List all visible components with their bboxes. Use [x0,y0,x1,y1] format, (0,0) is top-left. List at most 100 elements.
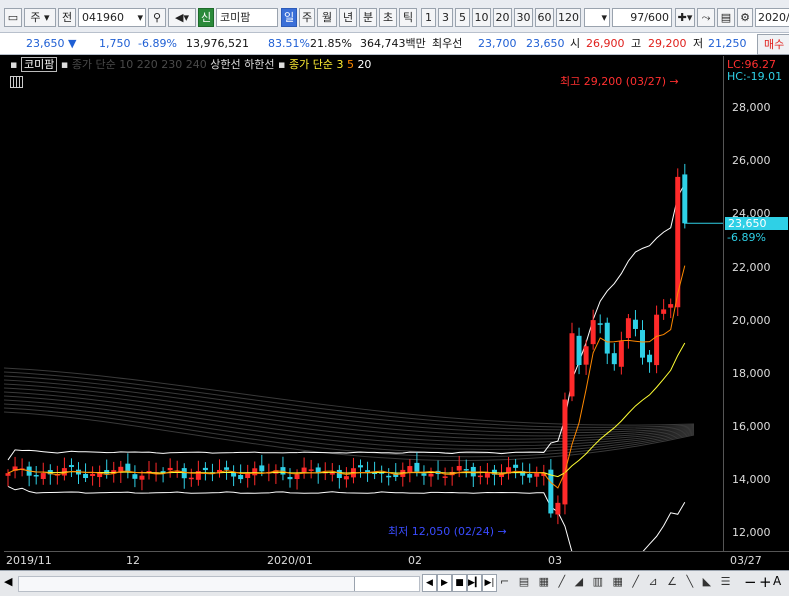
tick-26000: 26,000 [732,154,771,167]
candle-body [407,466,413,473]
indicator-icon[interactable]: ✚▾ [675,8,695,27]
candle-body [632,319,638,329]
candle-body [477,475,483,478]
candle-body [590,320,596,345]
period-day[interactable]: 일 [281,8,297,27]
nav-play-icon[interactable]: ▶ [437,574,452,592]
candle-body [569,333,575,397]
interval-60[interactable]: 60 [535,8,554,27]
candle-body [238,475,244,480]
count-input[interactable]: 97/600 [612,8,672,27]
period-year[interactable]: 년 [339,8,357,27]
candle-body [294,474,300,480]
tick-14000: 14,000 [732,473,771,486]
zoom-in-icon[interactable]: + [759,573,772,591]
candle-body [625,318,631,339]
nav-prev-icon[interactable]: ◀ [422,574,437,592]
period-tick[interactable]: 틱 [399,8,417,27]
legend-limits: 상한선 하한선 [210,58,275,71]
price-chart[interactable] [4,56,723,551]
auto-scale-button[interactable]: A [773,574,781,588]
chevron-down-icon[interactable]: ▾ [137,9,143,26]
period-second[interactable]: 초 [379,8,397,27]
candle-body [611,353,617,365]
period-week[interactable]: 주 [299,8,315,27]
candle-body [661,309,667,314]
scroll-track[interactable] [18,576,420,592]
candle-body [358,465,363,468]
tick-28000: 28,000 [732,101,771,114]
save-icon[interactable]: ▤ [717,8,735,27]
volume-ratio: 83.51% [268,37,310,50]
stock-name-field[interactable]: 코미팜 [216,8,278,27]
custom-interval-select[interactable]: ▾ [584,8,610,27]
mode-label: 주 [30,11,41,24]
tick-12000: 12,000 [732,526,771,539]
candle-body [104,470,110,474]
interval-30[interactable]: 30 [514,8,533,27]
candle-body [456,465,462,471]
xlabel-02: 02 [408,554,422,567]
candle-body [336,469,342,479]
legend-stock-name[interactable]: 코미팜 [20,57,58,72]
window-icon[interactable]: ▭ [4,8,22,27]
candle-body [83,473,89,479]
candle-body [287,476,293,480]
legend-ma-dim: 종가 단순 10 220 230 240 [71,58,207,71]
best-label: 최우선 [432,37,463,50]
arrow-right-icon-2: → [497,525,507,538]
code-value: 041960 [82,11,124,24]
interval-1[interactable]: 1 [421,8,436,27]
nav-stop-icon[interactable]: ■ [452,574,467,592]
candle-body [640,330,645,358]
toolbar: ▭ 주 ▾ 전 041960 ▾ ⚲ ◀▾ 신 코미팜 일 주 월 년 분 초 틱… [0,0,789,33]
high-label: 고 [631,37,642,50]
high-annotation-text: 최고 29,200 (03/27) [560,75,667,88]
speaker-icon[interactable]: ◀▾ [168,8,196,27]
count-value: 97 [630,11,645,24]
xlabel-2020-01: 2020/01 [267,554,313,567]
period-minute[interactable]: 분 [359,8,377,27]
legend-marker-2: ▪ [60,58,69,71]
code-input[interactable]: 041960 ▾ [78,8,146,27]
candle-body [68,465,74,467]
scroll-left-icon[interactable]: ◀ [4,575,12,588]
chart-edit-icon[interactable]: ⤳ [697,8,715,27]
zoom-out-icon[interactable]: − [744,573,757,591]
candle-body [301,467,307,473]
candle-body [576,335,582,366]
ref-button[interactable]: 전 [58,8,76,27]
candle-body [33,474,39,477]
scroll-thumb[interactable] [354,577,419,591]
tick-20000: 20,000 [732,314,771,327]
chart-legend: ▪ 코미팜 ▪ 종가 단순 10 220 230 240 상한선 하한선 ▪ 종… [10,57,371,72]
buy-button[interactable]: 매수 [757,34,789,55]
interval-10[interactable]: 10 [472,8,491,27]
gear-icon[interactable]: ⚙ [737,8,753,27]
candle-body [421,473,427,476]
xlabel-03: 03 [548,554,562,567]
current-price-box: 23,650 [725,217,788,230]
nav-end-icon[interactable]: ▶▎ [467,574,482,592]
new-badge: 신 [198,8,214,27]
interval-20[interactable]: 20 [493,8,512,27]
interval-120[interactable]: 120 [556,8,581,27]
search-icon[interactable]: ⚲ [148,8,166,27]
interval-3[interactable]: 3 [438,8,453,27]
candle-body [202,467,208,471]
price-axis: LC:96.27 HC:-19.01 28,000 26,000 24,000 … [723,56,789,551]
mode-select[interactable]: 주 ▾ [24,8,56,27]
candle-body [181,468,187,479]
grid-icon[interactable] [10,76,23,88]
tool-icons[interactable]: ⌐ ▤ ▦ ╱ ◢ ▥ ▦ ╱ ⊿ ∠ ╲ ◣ ☰ [500,575,733,588]
quote-bar: 23,650 ▼ 1,750 -6.89% 13,976,521 83.51% … [0,33,789,55]
legend-marker-3: ▪ [277,58,286,71]
tick-18000: 18,000 [732,367,771,380]
nav-last-icon[interactable]: ▶| [482,574,497,592]
candle-body [583,346,589,365]
interval-5[interactable]: 5 [455,8,470,27]
legend-marker: ▪ [10,58,18,71]
candle-body [604,322,610,354]
period-month[interactable]: 월 [317,8,337,27]
date-input[interactable]: 2020/0 [755,8,789,27]
